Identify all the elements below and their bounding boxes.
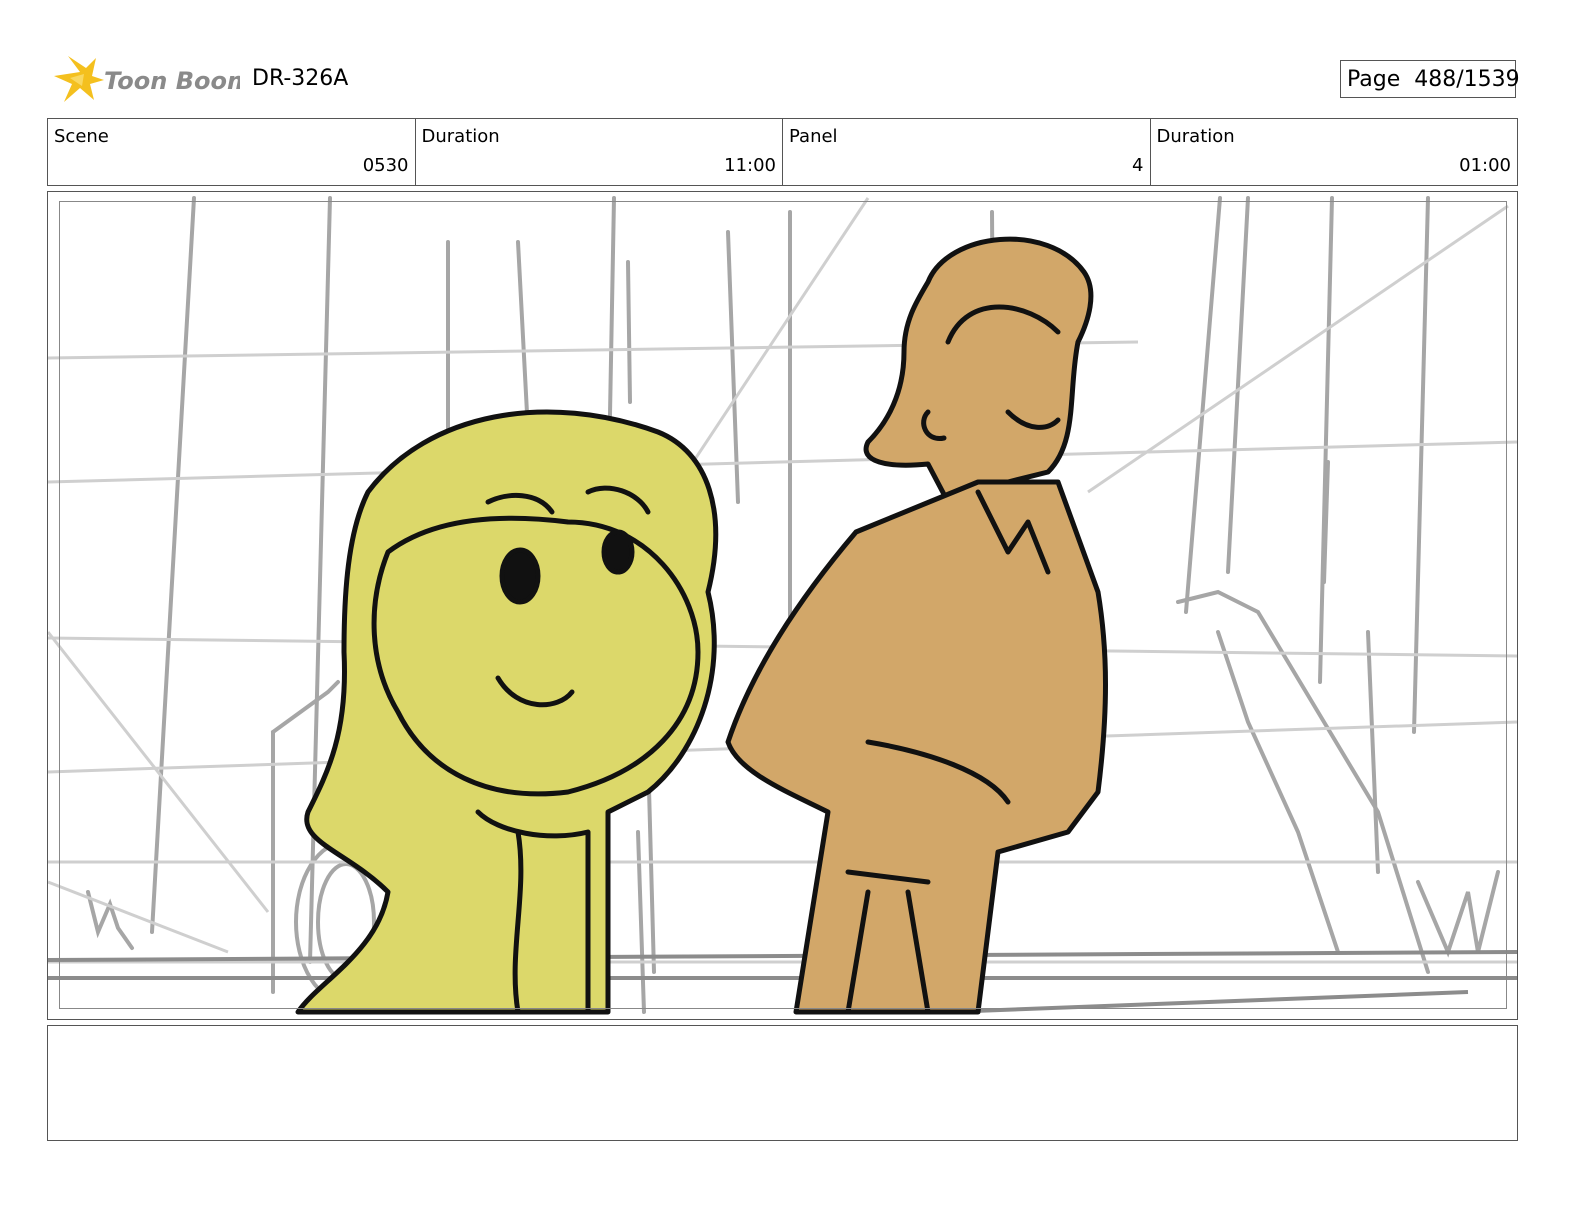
panel-duration-cell: Duration 01:00 — [1151, 119, 1518, 185]
panel-info-table: Scene 0530 Duration 11:00 Panel 4 Durati… — [47, 118, 1518, 186]
logo-star-icon — [54, 56, 104, 102]
storyboard-panel — [47, 191, 1518, 1020]
panel-duration-label: Duration — [1156, 126, 1235, 147]
page-number: 488/1539 — [1414, 67, 1520, 92]
logo-wordmark: Toon Boom — [104, 67, 240, 95]
panel-value: 4 — [1132, 155, 1144, 176]
scene-label: Scene — [54, 126, 109, 147]
document-id: DR-326A — [252, 66, 349, 91]
panel-label: Panel — [789, 126, 838, 147]
panel-duration-value: 01:00 — [1459, 155, 1511, 176]
scene-duration-cell: Duration 11:00 — [416, 119, 783, 185]
scene-value: 0530 — [362, 155, 409, 176]
scene-duration-label: Duration — [421, 126, 500, 147]
scene-cell: Scene 0530 — [48, 119, 416, 185]
page-label: Page — [1347, 67, 1401, 92]
panel-frame — [59, 201, 1507, 1009]
toon-boom-logo: Toon Boom — [50, 52, 252, 108]
panel-notes — [47, 1025, 1518, 1141]
panel-cell: Panel 4 — [783, 119, 1151, 185]
scene-duration-value: 11:00 — [724, 155, 776, 176]
page-indicator: Page 488/1539 — [1340, 60, 1520, 98]
